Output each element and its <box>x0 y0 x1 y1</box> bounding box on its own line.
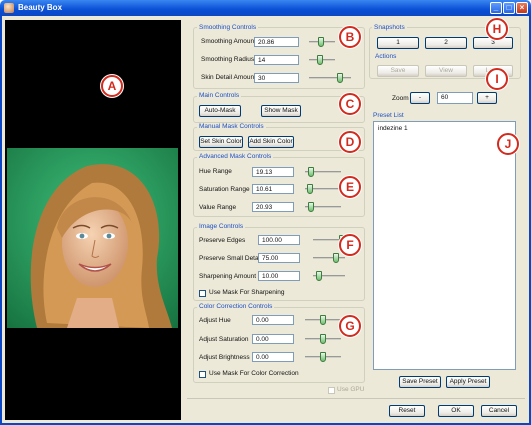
marker-f: F <box>339 234 361 256</box>
snapshot-2-button[interactable]: 2 <box>425 37 467 49</box>
slider-thumb[interactable] <box>317 55 323 65</box>
preserve-small-detail-label: Preserve Small Detail <box>199 255 262 262</box>
slider-thumb[interactable] <box>318 37 324 47</box>
use-gpu-label: Use GPU <box>337 386 365 393</box>
marker-b: B <box>339 26 361 48</box>
slider-thumb[interactable] <box>316 271 322 281</box>
hue-range-label: Hue Range <box>199 168 232 175</box>
add-skin-color-button[interactable]: Add Skin Color <box>248 136 294 148</box>
image-controls-title: Image Controls <box>197 223 246 230</box>
marker-j: J <box>497 133 519 155</box>
marker-e: E <box>339 176 361 198</box>
marker-d: D <box>339 131 361 153</box>
adjust-brightness-label: Adjust Brightness <box>199 354 250 361</box>
slider-thumb[interactable] <box>308 202 314 212</box>
portrait-image <box>7 148 178 328</box>
smoothing-controls-title: Smoothing Controls <box>197 24 259 31</box>
smoothing-amount-field[interactable]: 20.86 <box>254 37 299 47</box>
ok-button[interactable]: OK <box>438 405 474 417</box>
auto-mask-button[interactable]: Auto-Mask <box>199 105 241 117</box>
marker-g: G <box>339 315 361 337</box>
apply-preset-button[interactable]: Apply Preset <box>446 376 490 388</box>
skin-detail-field[interactable]: 30 <box>254 73 299 83</box>
adjust-saturation-field[interactable]: 0.00 <box>252 334 294 344</box>
preview-photo <box>7 148 178 328</box>
manual-mask-title: Manual Mask Controls <box>197 123 266 130</box>
smoothing-amount-label: Smoothing Amount <box>201 38 256 45</box>
zoom-in-button[interactable]: + <box>477 92 497 104</box>
hue-range-field[interactable]: 19.13 <box>252 167 294 177</box>
marker-c: C <box>339 93 361 115</box>
slider-thumb[interactable] <box>320 315 326 325</box>
set-skin-color-button[interactable]: Set Skin Color <box>199 136 243 148</box>
value-range-field[interactable]: 20.93 <box>252 202 294 212</box>
actions-title: Actions <box>375 53 397 60</box>
close-button[interactable]: × <box>516 2 528 14</box>
hue-range-slider[interactable] <box>305 167 341 177</box>
snapshot-1-button[interactable]: 1 <box>377 37 419 49</box>
saturation-range-field[interactable]: 10.61 <box>252 184 294 194</box>
slider-thumb[interactable] <box>320 334 326 344</box>
marker-a: A <box>101 75 123 97</box>
cancel-button[interactable]: Cancel <box>481 405 517 417</box>
skin-detail-slider[interactable] <box>309 73 351 83</box>
adjust-hue-label: Adjust Hue <box>199 317 231 324</box>
zoom-field[interactable]: 60 <box>437 92 473 104</box>
save-snapshot-button[interactable]: Save <box>377 65 419 77</box>
save-preset-button[interactable]: Save Preset <box>399 376 441 388</box>
skin-detail-label: Skin Detail Amount <box>201 74 256 81</box>
title-bar[interactable]: Beauty Box _ □ × <box>0 0 531 16</box>
slider-thumb[interactable] <box>337 73 343 83</box>
advanced-mask-title: Advanced Mask Controls <box>197 153 274 160</box>
adjust-saturation-label: Adjust Saturation <box>199 336 249 343</box>
marker-h: H <box>486 18 508 40</box>
smoothing-radius-label: Smoothing Radius <box>201 56 255 63</box>
preserve-small-detail-field[interactable]: 75.00 <box>258 253 300 263</box>
footer-divider <box>187 398 525 399</box>
sharpening-amount-field[interactable]: 10.00 <box>258 271 300 281</box>
use-mask-sharpening-checkbox[interactable] <box>199 290 206 297</box>
value-range-slider[interactable] <box>305 202 341 212</box>
view-snapshot-button[interactable]: View <box>425 65 467 77</box>
app-icon <box>4 3 14 13</box>
value-range-label: Value Range <box>199 204 237 211</box>
saturation-range-slider[interactable] <box>305 184 341 194</box>
smoothing-amount-slider[interactable] <box>309 37 335 47</box>
show-mask-button[interactable]: Show Mask <box>261 105 301 117</box>
smoothing-radius-field[interactable]: 14 <box>254 55 299 65</box>
use-mask-sharpening-label: Use Mask For Sharpening <box>209 289 285 296</box>
saturation-range-label: Saturation Range <box>199 186 250 193</box>
adjust-brightness-slider[interactable] <box>305 352 341 362</box>
zoom-label: Zoom <box>392 95 409 102</box>
marker-i: I <box>486 68 508 90</box>
window-title: Beauty Box <box>18 3 63 12</box>
reset-button[interactable]: Reset <box>389 405 425 417</box>
sharpening-amount-label: Sharpening Amount <box>199 273 257 280</box>
maximize-button[interactable]: □ <box>503 2 515 14</box>
use-mask-color-correction-label: Use Mask For Color Correction <box>209 370 299 377</box>
adjust-brightness-field[interactable]: 0.00 <box>252 352 294 362</box>
use-gpu-checkbox[interactable] <box>328 387 335 394</box>
smoothing-radius-slider[interactable] <box>309 55 335 65</box>
slider-thumb[interactable] <box>307 184 313 194</box>
adjust-saturation-slider[interactable] <box>305 334 341 344</box>
color-correction-title: Color Correction Controls <box>197 303 275 310</box>
preserve-small-detail-slider[interactable] <box>313 253 345 263</box>
preset-list[interactable]: indezine 1 <box>373 121 516 370</box>
slider-thumb[interactable] <box>320 352 326 362</box>
sharpening-amount-slider[interactable] <box>313 271 345 281</box>
slider-thumb[interactable] <box>308 167 314 177</box>
preset-list-title: Preset List <box>373 112 404 119</box>
adjust-hue-field[interactable]: 0.00 <box>252 315 294 325</box>
snapshots-title: Snapshots <box>372 24 407 31</box>
zoom-out-button[interactable]: - <box>410 92 430 104</box>
slider-thumb[interactable] <box>333 253 339 263</box>
main-controls-title: Main Controls <box>197 92 242 99</box>
use-mask-color-correction-checkbox[interactable] <box>199 371 206 378</box>
preserve-edges-field[interactable]: 100.00 <box>258 235 300 245</box>
list-item[interactable]: indezine 1 <box>378 125 408 132</box>
adjust-hue-slider[interactable] <box>305 315 341 325</box>
preserve-edges-label: Preserve Edges <box>199 237 246 244</box>
minimize-button[interactable]: _ <box>490 2 502 14</box>
